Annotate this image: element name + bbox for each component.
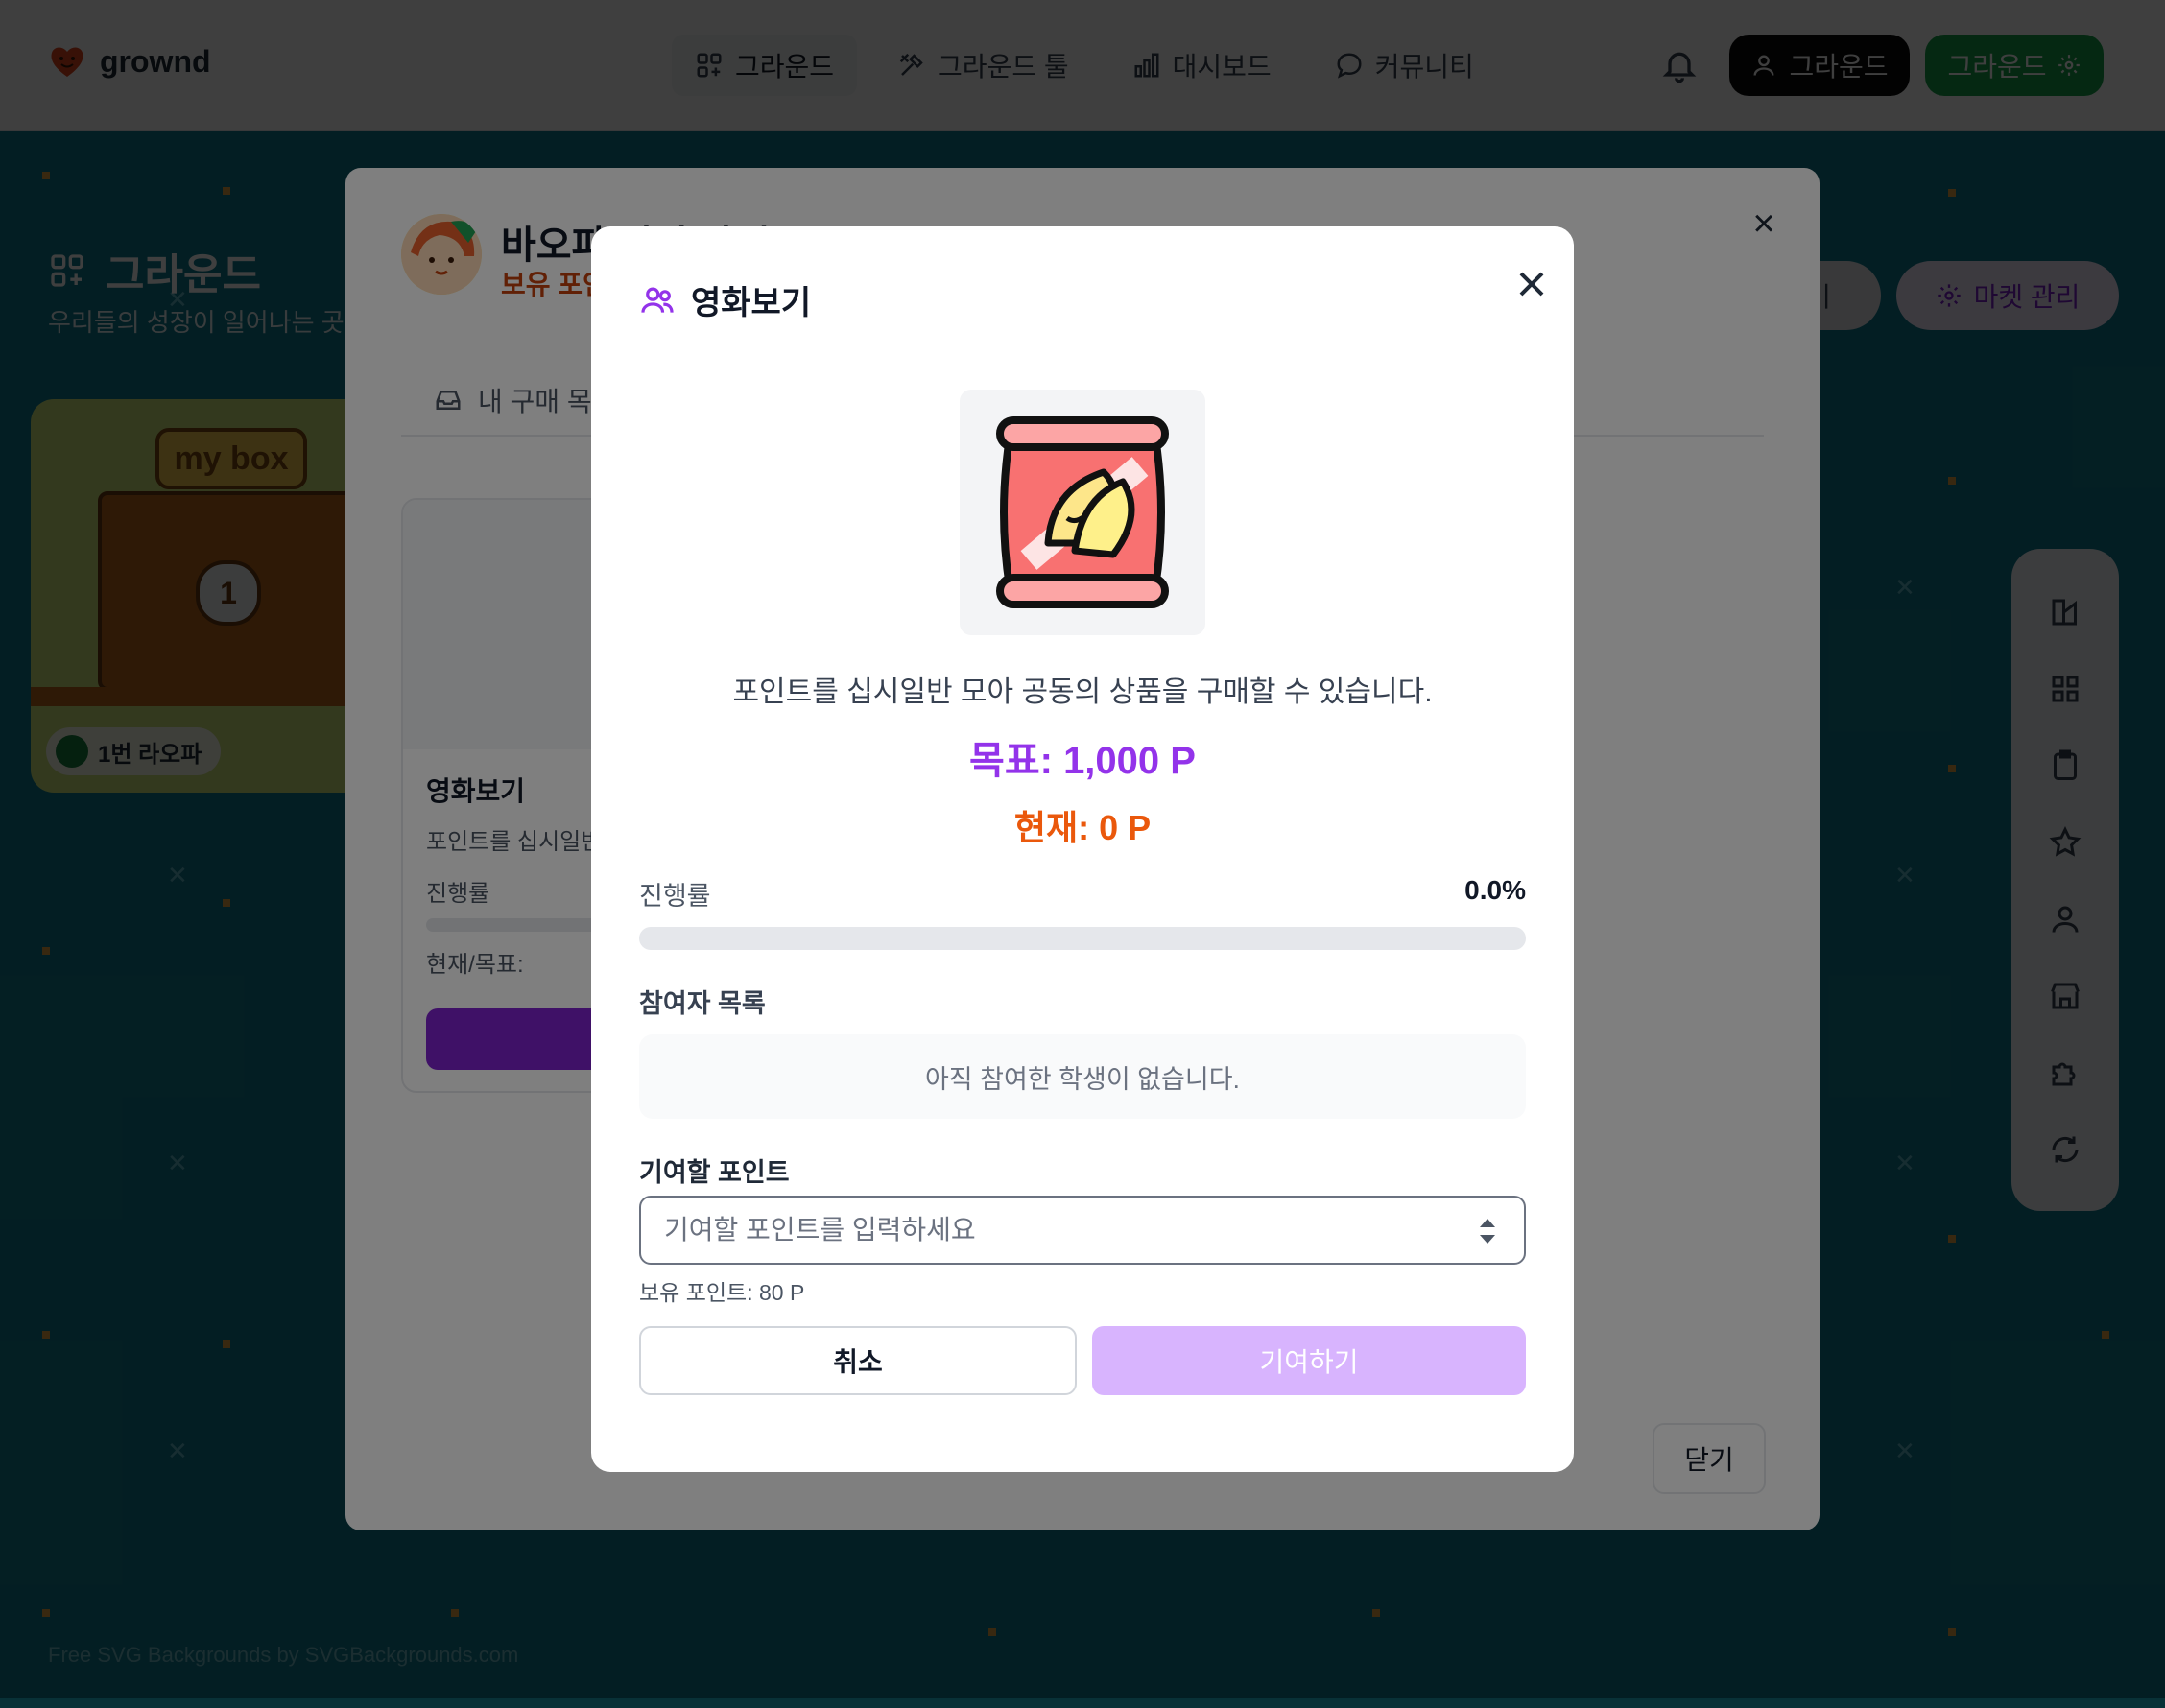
product-image	[960, 390, 1205, 635]
dialog-header: 영화보기	[639, 276, 811, 323]
progress-label: 진행률	[639, 882, 711, 911]
cancel-button[interactable]: 취소	[639, 1326, 1077, 1395]
current-points: 현재: 0 P	[1013, 808, 1152, 847]
contribute-button-label: 기여하기	[1259, 1347, 1359, 1377]
participants-empty-text: 아직 참여한 학생이 없습니다.	[924, 1064, 1241, 1094]
contribute-points-label: 기여할 포인트	[639, 1158, 790, 1187]
number-stepper-icon[interactable]	[1476, 1215, 1499, 1247]
progress-bar	[639, 927, 1526, 950]
contribute-points-input[interactable]	[639, 1196, 1526, 1265]
dialog-title: 영화보기	[691, 285, 812, 321]
contribute-button[interactable]: 기여하기	[1092, 1326, 1526, 1395]
users-icon	[641, 287, 674, 313]
participants-label: 참여자 목록	[639, 989, 766, 1018]
cancel-button-label: 취소	[833, 1347, 883, 1377]
dialog-close-icon[interactable]	[1511, 263, 1553, 305]
contribution-dialog: 영화보기 포인트를 십시일반 모아 공동의 상품을 구매할 수 있습니다. 목표…	[591, 226, 1574, 1472]
goal-points: 목표: 1,000 P	[969, 740, 1196, 782]
owned-points: 보유 포인트: 80 P	[639, 1280, 805, 1305]
progress-value: 0.0%	[1464, 875, 1526, 905]
dialog-description: 포인트를 십시일반 모아 공동의 상품을 구매할 수 있습니다.	[732, 676, 1433, 708]
participants-empty: 아직 참여한 학생이 없습니다.	[639, 1034, 1526, 1119]
snack-bag-icon	[996, 416, 1169, 608]
